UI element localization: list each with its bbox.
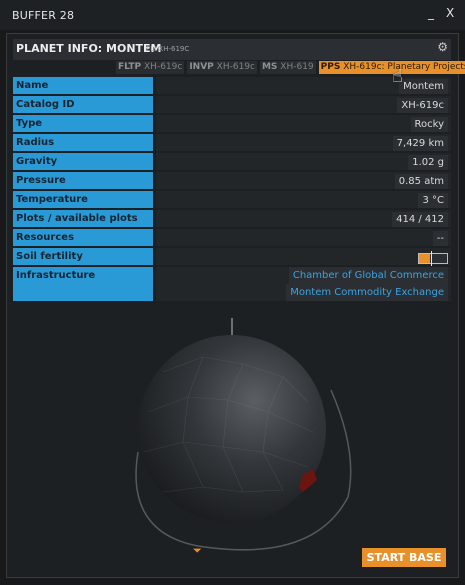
resources-value: --: [432, 230, 448, 246]
panel-header: PLANET INFO: MONTEM PLI XH-619C ⚙: [13, 39, 451, 60]
temperature-value: 3 °C: [418, 192, 448, 208]
close-button[interactable]: X: [446, 6, 454, 20]
row-label: Gravity: [13, 153, 153, 170]
table-row: Soil fertility: [13, 248, 451, 266]
row-label: Temperature: [13, 191, 153, 208]
row-label: Pressure: [13, 172, 153, 189]
table-row: Type Rocky: [13, 115, 451, 132]
minimize-button[interactable]: _: [428, 6, 434, 20]
start-base-button[interactable]: START BASE: [362, 548, 446, 567]
planet-name-value: Montem: [399, 78, 448, 94]
table-row: Plots / available plots 414 / 412: [13, 210, 451, 227]
breadcrumb-code: PPS: [320, 62, 341, 72]
row-label: Soil fertility: [13, 248, 153, 265]
table-row: Temperature 3 °C: [13, 191, 451, 208]
soil-fertility-bar: [418, 250, 448, 266]
breadcrumb: FLTP XH-619c INVP XH-619c MS XH-619 PPS …: [116, 61, 465, 74]
panel-title: PLANET INFO: MONTEM: [16, 42, 162, 55]
table-row: Pressure 0.85 atm: [13, 172, 451, 189]
chevron-down-icon: ⏷: [193, 544, 202, 557]
window-titlebar: BUFFER 28 _ X: [0, 0, 465, 30]
breadcrumb-fltp[interactable]: FLTP XH-619c: [116, 61, 185, 74]
planet-view[interactable]: ⏷: [13, 302, 451, 568]
row-label: Plots / available plots: [13, 210, 153, 227]
pointer-cursor-icon: ☝: [392, 66, 403, 87]
window-title: BUFFER 28: [12, 9, 75, 22]
table-row: Infrastructure Chamber of Global Commerc…: [13, 267, 451, 301]
breadcrumb-label: XH-619c: Planetary Projects: [343, 62, 465, 72]
breadcrumb-code: MS: [261, 62, 278, 72]
table-row: Catalog ID XH-619c: [13, 96, 451, 113]
breadcrumb-label: XH-619c: [144, 62, 183, 72]
row-label: Catalog ID: [13, 96, 153, 113]
infrastructure-link[interactable]: Montem Commodity Exchange: [286, 284, 448, 301]
breadcrumb-invp[interactable]: INVP XH-619c: [187, 61, 257, 74]
soil-fertility-fill: [419, 253, 431, 263]
row-label: Type: [13, 115, 153, 132]
breadcrumb-label: XH-619: [280, 62, 314, 72]
breadcrumb-label: XH-619c: [216, 62, 255, 72]
row-label: Resources: [13, 229, 153, 246]
plots-value: 414 / 412: [392, 211, 448, 227]
table-row: Name Montem: [13, 77, 451, 94]
planet-sphere: [138, 335, 326, 523]
gravity-value: 1.02 g: [408, 154, 448, 170]
pressure-value: 0.85 atm: [394, 173, 448, 189]
planet-info-table: Name Montem Catalog ID XH-619c Type Rock…: [13, 75, 451, 303]
breadcrumb-code: INVP: [189, 62, 214, 72]
row-label: Radius: [13, 134, 153, 151]
table-row: Gravity 1.02 g: [13, 153, 451, 170]
radius-value: 7,429 km: [392, 135, 448, 151]
infrastructure-link[interactable]: Chamber of Global Commerce: [288, 267, 448, 284]
gear-icon[interactable]: ⚙: [437, 40, 448, 54]
breadcrumb-code: FLTP: [118, 62, 142, 72]
breadcrumb-ms[interactable]: MS XH-619: [259, 61, 316, 74]
table-row: Resources --: [13, 229, 451, 246]
catalog-id-value: XH-619c: [397, 97, 448, 113]
table-row: Radius 7,429 km: [13, 134, 451, 151]
type-value: Rocky: [410, 116, 448, 132]
panel-subtitle: PLI XH-619C: [146, 45, 190, 53]
row-label: Name: [13, 77, 153, 94]
soil-fertility-marker: [431, 250, 432, 266]
row-label: Infrastructure: [13, 267, 153, 301]
